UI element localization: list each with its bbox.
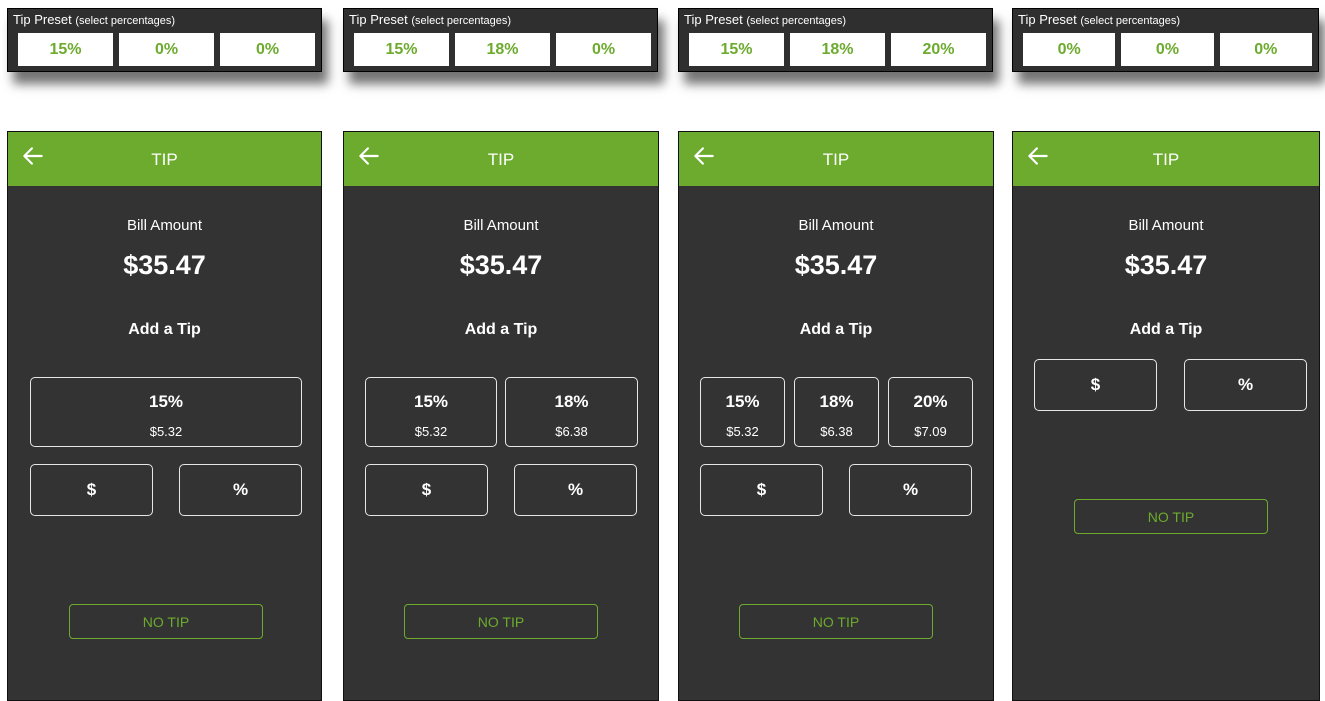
custom-dollar-button[interactable]: $ (365, 464, 488, 516)
no-tip-button[interactable]: NO TIP (404, 604, 598, 639)
app-header: TIP (344, 132, 658, 186)
custom-dollar-button[interactable]: $ (1034, 359, 1157, 411)
preset-value-3[interactable]: 0% (556, 33, 651, 66)
header-title: TIP (1152, 150, 1180, 169)
preset-value-1[interactable]: 15% (18, 33, 113, 66)
preset-value-1[interactable]: 15% (354, 33, 449, 66)
no-tip-button[interactable]: NO TIP (69, 604, 263, 639)
tip-percent: 15% (413, 392, 449, 411)
app-header: TIP (679, 132, 993, 186)
preset-title: Tip Preset (select percentages) (1018, 12, 1181, 27)
custom-percent-button[interactable]: % (1184, 359, 1307, 411)
bill-amount-value: $35.47 (123, 250, 206, 280)
header-title: TIP (487, 150, 515, 169)
tip-percent: 15% (148, 392, 184, 411)
header-title: TIP (822, 150, 850, 169)
preset-value-3[interactable]: 0% (220, 33, 315, 66)
preset-value-2[interactable]: 18% (455, 33, 550, 66)
preset-values: 15% 18% 0% (354, 33, 651, 66)
add-tip-heading: Add a Tip (128, 321, 201, 338)
tip-amount: $5.32 (149, 424, 183, 439)
tip-screen-3: TIP Bill Amount $35.47 Add a Tip 15% $5.… (678, 131, 994, 701)
preset-values: 0% 0% 0% (1023, 33, 1312, 66)
tip-amount: $7.09 (914, 424, 947, 439)
preset-value-3[interactable]: 0% (1219, 33, 1312, 66)
bill-amount-label: Bill Amount (463, 217, 539, 234)
bill-amount-label: Bill Amount (1128, 217, 1204, 234)
tip-option-1[interactable]: 15% $5.32 (365, 377, 497, 447)
tip-screen-2: TIP Bill Amount $35.47 Add a Tip 15% $5.… (343, 131, 659, 701)
tip-percent: 20% (913, 392, 948, 411)
custom-percent-button[interactable]: % (849, 464, 972, 516)
add-tip-heading: Add a Tip (1129, 321, 1203, 338)
app-header: TIP (8, 132, 321, 186)
preset-value-2[interactable]: 0% (119, 33, 214, 66)
tip-percent: 15% (725, 392, 760, 411)
tip-option-2[interactable]: 18% $6.38 (794, 377, 879, 447)
tip-percent: 18% (819, 392, 854, 411)
add-tip-heading: Add a Tip (464, 321, 538, 338)
preset-title: Tip Preset (select percentages) (349, 12, 512, 27)
tip-option-1[interactable]: 15% $5.32 (700, 377, 785, 447)
preset-values: 15% 0% 0% (18, 33, 315, 66)
bill-amount-label: Bill Amount (126, 217, 203, 234)
tip-option-3[interactable]: 20% $7.09 (888, 377, 973, 447)
preset-values: 15% 18% 20% (689, 33, 986, 66)
tip-option-1[interactable]: 15% $5.32 (30, 377, 302, 447)
tip-preset-panel-2: Tip Preset (select percentages) 15% 18% … (343, 8, 658, 72)
bill-amount-label: Bill Amount (798, 217, 874, 234)
bill-amount-value: $35.47 (1124, 250, 1208, 280)
tip-screen-1: TIP Bill Amount $35.47 Add a Tip 15% $5.… (7, 131, 322, 701)
preset-value-1[interactable]: 0% (1023, 33, 1116, 66)
preset-value-3[interactable]: 20% (891, 33, 986, 66)
tip-preset-panel-1: Tip Preset (select percentages) 15% 0% 0… (7, 8, 322, 72)
custom-percent-button[interactable]: % (179, 464, 302, 516)
custom-percent-button[interactable]: % (514, 464, 637, 516)
custom-dollar-button[interactable]: $ (700, 464, 823, 516)
preset-title: Tip Preset (select percentages) (13, 12, 176, 27)
header-title: TIP (151, 150, 178, 169)
bill-amount-value: $35.47 (794, 250, 878, 280)
no-tip-button[interactable]: NO TIP (1074, 499, 1268, 534)
tip-screen-4: TIP Bill Amount $35.47 Add a Tip $ % NO … (1012, 131, 1320, 701)
add-tip-heading: Add a Tip (799, 321, 873, 338)
bill-amount-value: $35.47 (459, 250, 543, 280)
tip-amount: $6.38 (555, 424, 588, 439)
tip-amount: $6.38 (820, 424, 853, 439)
tip-preset-panel-3: Tip Preset (select percentages) 15% 18% … (678, 8, 993, 72)
no-tip-button[interactable]: NO TIP (739, 604, 933, 639)
preset-value-2[interactable]: 0% (1121, 33, 1214, 66)
tip-preset-panel-4: Tip Preset (select percentages) 0% 0% 0% (1012, 8, 1319, 72)
tip-percent: 18% (554, 392, 589, 411)
tip-amount: $5.32 (414, 424, 448, 439)
tip-amount: $5.32 (726, 424, 759, 439)
tip-option-2[interactable]: 18% $6.38 (505, 377, 638, 447)
preset-value-2[interactable]: 18% (790, 33, 885, 66)
preset-title: Tip Preset (select percentages) (684, 12, 847, 27)
preset-value-1[interactable]: 15% (689, 33, 784, 66)
app-header: TIP (1013, 132, 1319, 186)
custom-dollar-button[interactable]: $ (30, 464, 153, 516)
